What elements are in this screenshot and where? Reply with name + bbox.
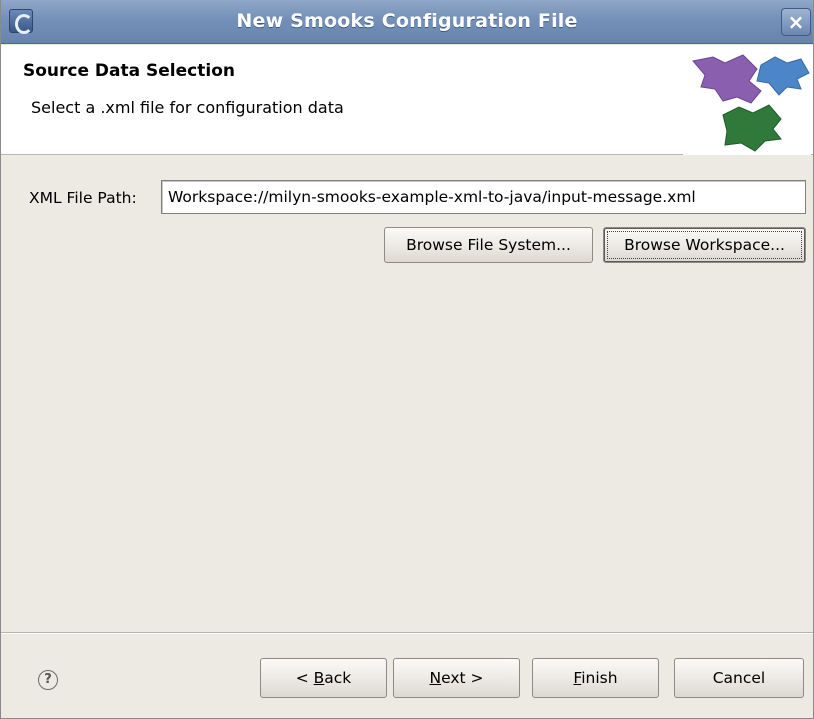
next-button[interactable]: Next > bbox=[393, 658, 520, 698]
wizard-banner-logo bbox=[683, 51, 811, 155]
back-button[interactable]: < Back bbox=[260, 658, 387, 698]
browse-workspace-button[interactable]: Browse Workspace... bbox=[603, 227, 806, 263]
help-icon[interactable]: ? bbox=[38, 670, 58, 690]
footer-separator bbox=[1, 632, 813, 634]
page-title: Source Data Selection bbox=[23, 61, 235, 81]
browse-file-system-button[interactable]: Browse File System... bbox=[384, 227, 593, 263]
next-button-mnemonic: N bbox=[429, 669, 442, 687]
back-button-mnemonic: B bbox=[313, 669, 325, 687]
xml-path-label: XML File Path: bbox=[29, 189, 137, 207]
title-bar[interactable]: New Smooks Configuration File × bbox=[1, 0, 813, 44]
cancel-button[interactable]: Cancel bbox=[674, 658, 804, 698]
window-title: New Smooks Configuration File bbox=[236, 10, 578, 32]
page-description: Select a .xml file for configuration dat… bbox=[31, 98, 344, 117]
close-icon[interactable]: × bbox=[781, 8, 811, 36]
next-button-rest: ext > bbox=[441, 669, 484, 687]
back-button-prefix: < bbox=[295, 669, 314, 687]
xml-path-input[interactable]: Workspace://milyn-smooks-example-xml-to-… bbox=[161, 180, 806, 214]
wizard-header: Source Data Selection Select a .xml file… bbox=[1, 45, 813, 155]
wizard-dialog: New Smooks Configuration File × Source D… bbox=[0, 0, 814, 719]
finish-button-rest: inish bbox=[581, 669, 618, 687]
finish-button[interactable]: Finish bbox=[532, 658, 659, 698]
back-button-rest: ack bbox=[324, 669, 352, 687]
